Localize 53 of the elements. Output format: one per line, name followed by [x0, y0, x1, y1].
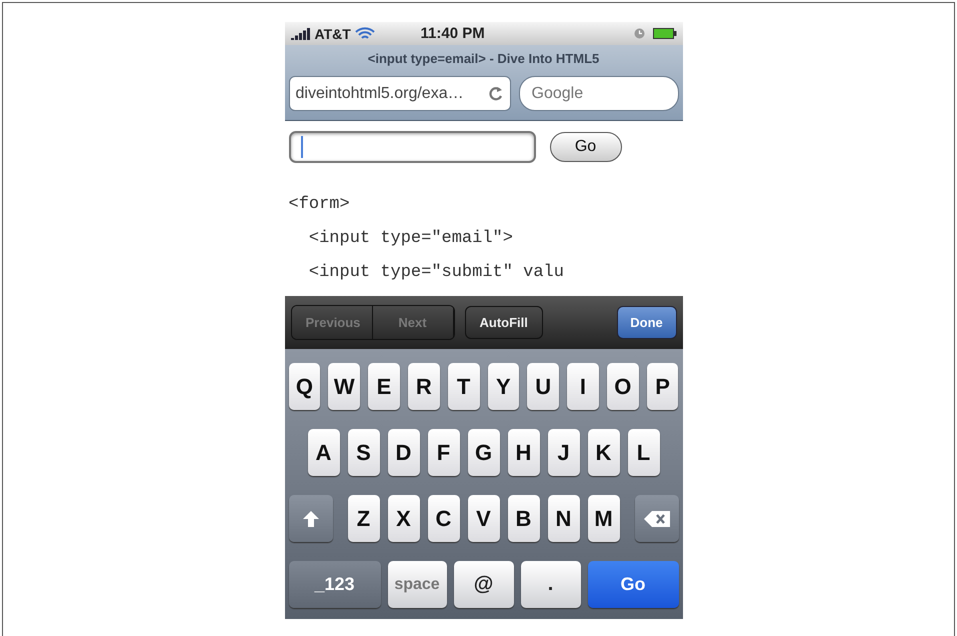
keyboard-key[interactable]: P: [646, 363, 678, 410]
address-field[interactable]: diveintohtml5.org/exa…: [288, 76, 510, 111]
carrier-name: AT&T: [314, 26, 351, 42]
keyboard-key[interactable]: O: [606, 363, 639, 410]
keyboard-key[interactable]: S: [348, 429, 380, 476]
code-line: <input type="email">: [308, 228, 514, 250]
signal-icon: [290, 28, 310, 40]
backspace-icon: [644, 510, 670, 526]
code-line: <input type="submit" valu: [308, 262, 565, 284]
done-button[interactable]: Done: [616, 306, 676, 339]
clock-time: 11:40 PM: [420, 25, 486, 42]
keyboard-key[interactable]: L: [628, 429, 660, 476]
up-arrow-icon: [302, 510, 320, 528]
keyboard-key[interactable]: W: [328, 363, 360, 410]
keyboard-key[interactable]: .: [520, 561, 580, 608]
keyboard-key[interactable]: U: [527, 363, 560, 410]
search-field[interactable]: Google: [518, 76, 678, 111]
keyboard-key[interactable]: T: [448, 363, 480, 410]
keyboard-key[interactable]: C: [428, 495, 460, 542]
keyboard-key[interactable]: Q: [288, 363, 320, 410]
go-key[interactable]: Go: [588, 561, 678, 608]
keyboard-key[interactable]: F: [428, 429, 460, 476]
keyboard-key[interactable]: G: [468, 429, 500, 476]
battery-icon: [652, 28, 676, 39]
numbers-key[interactable]: _123: [288, 561, 380, 608]
keyboard-key[interactable]: H: [508, 429, 540, 476]
keyboard-key[interactable]: R: [408, 363, 440, 410]
delete-key[interactable]: [634, 495, 678, 542]
keyboard-key[interactable]: J: [548, 429, 580, 476]
keyboard-key[interactable]: V: [468, 495, 500, 542]
keyboard-key[interactable]: I: [567, 363, 599, 410]
shift-key[interactable]: [288, 495, 332, 542]
alarm-clock-icon: [634, 28, 644, 39]
space-key[interactable]: space: [388, 561, 446, 608]
keyboard-key[interactable]: E: [368, 363, 400, 410]
keyboard-key[interactable]: Z: [348, 495, 380, 542]
email-input-field[interactable]: [288, 131, 536, 163]
keyboard-key[interactable]: @: [454, 561, 514, 608]
text-cursor: [300, 136, 302, 158]
wifi-icon: [354, 26, 375, 40]
reload-icon[interactable]: [488, 86, 504, 102]
keyboard-key[interactable]: N: [548, 495, 580, 542]
autofill-button[interactable]: AutoFill: [464, 306, 543, 339]
keyboard-key[interactable]: M: [588, 495, 620, 542]
code-line: <form>: [288, 194, 351, 216]
keyboard-key[interactable]: A: [308, 429, 340, 476]
keyboard-key[interactable]: X: [388, 495, 420, 542]
keyboard-key[interactable]: D: [388, 429, 420, 476]
page-title: <input type=email> - Dive Into HTML5: [366, 50, 600, 68]
go-button[interactable]: Go: [550, 132, 622, 162]
keyboard-key[interactable]: B: [508, 495, 540, 542]
keyboard-key[interactable]: K: [588, 429, 620, 476]
keyboard-key[interactable]: Y: [488, 363, 520, 410]
